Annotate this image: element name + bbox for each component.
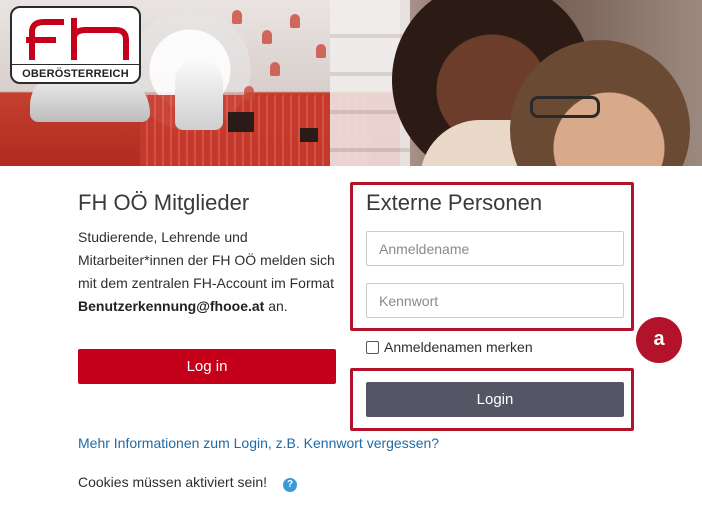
- banner-network-node: [244, 86, 254, 100]
- members-description: Studierende, Lehrende und Mitarbeiter*in…: [78, 226, 348, 318]
- fh-logo-subtitle: OBERÖSTERREICH: [12, 64, 139, 82]
- members-account-format: Benutzerkennung@fhooe.at: [78, 298, 265, 314]
- username-input[interactable]: [366, 231, 624, 266]
- members-title: FH OÖ Mitglieder: [78, 190, 250, 215]
- remember-username-checkbox[interactable]: [366, 340, 379, 354]
- banner-network-node: [262, 30, 272, 44]
- banner-network-node: [232, 10, 242, 24]
- external-login-button[interactable]: Login: [366, 382, 624, 417]
- more-info-link[interactable]: Mehr Informationen zum Login, z.B. Kennw…: [78, 435, 439, 451]
- password-input[interactable]: [366, 283, 624, 318]
- members-description-suffix: an.: [264, 298, 288, 314]
- annotation-marker: a: [636, 317, 682, 363]
- banner-network-node: [270, 62, 280, 76]
- cookies-notice: Cookies müssen aktiviert sein!: [78, 474, 268, 490]
- members-description-prefix: Studierende, Lehrende und Mitarbeiter*in…: [78, 229, 335, 291]
- banner-glasses: [530, 96, 600, 118]
- header-banner: OBERÖSTERREICH: [0, 0, 702, 166]
- banner-robot: [175, 60, 223, 130]
- fh-login-button[interactable]: Log in: [78, 349, 336, 384]
- question-circle-icon[interactable]: ?: [283, 478, 297, 492]
- external-title: Externe Personen: [366, 190, 543, 215]
- banner-network-node: [290, 14, 300, 28]
- remember-username[interactable]: Anmeldenamen merken: [366, 338, 533, 356]
- banner-network-node: [316, 44, 326, 58]
- banner-chip: [228, 112, 254, 132]
- banner-chip: [300, 128, 318, 142]
- remember-username-label: Anmeldenamen merken: [384, 339, 533, 355]
- fh-logo-mark: [26, 18, 129, 60]
- fh-logo: OBERÖSTERREICH: [10, 6, 141, 84]
